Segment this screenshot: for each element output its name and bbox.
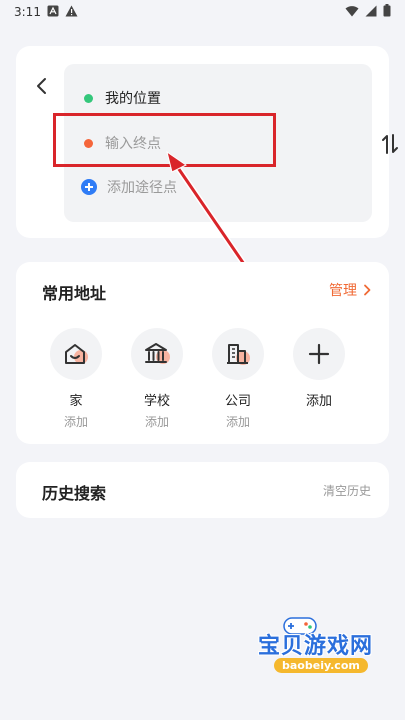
favorite-school-button[interactable]: 学校 添加 (127, 328, 187, 430)
manage-label: 管理 (329, 283, 357, 299)
swap-arrows-icon (382, 134, 398, 154)
warning-icon (65, 5, 78, 20)
favorite-company-button[interactable]: 公司 添加 (208, 328, 268, 430)
destination-dot-icon (84, 138, 93, 148)
favorite-shortcuts: 家 添加 学校 添加 公司 添加 添加 (46, 328, 366, 438)
status-bar: 3:11 (0, 0, 405, 24)
swap-button[interactable] (378, 132, 402, 156)
school-icon (131, 328, 183, 380)
status-time: 3:11 (14, 5, 41, 19)
favorite-company-label: 公司 (224, 394, 251, 409)
add-via-button[interactable]: 添加途径点 (64, 172, 324, 202)
signal-icon (365, 5, 377, 20)
route-card: 我的位置 输入终点 添加途径点 (16, 46, 398, 238)
destination-placeholder: 输入终点 (105, 136, 161, 152)
favorite-add-button[interactable]: 添加 (289, 328, 349, 409)
watermark-url: baobeiy.com (274, 658, 368, 673)
route-input-box: 我的位置 输入终点 添加途径点 (64, 64, 398, 222)
home-icon (50, 328, 102, 380)
origin-dot-icon (84, 93, 93, 103)
notification-a-icon (47, 5, 59, 20)
history-title: 历史搜索 (42, 484, 107, 503)
origin-label: 我的位置 (105, 91, 161, 107)
favorite-add-label: 添加 (305, 394, 332, 409)
favorite-home-sub: 添加 (63, 415, 88, 429)
add-via-label: 添加途径点 (107, 180, 177, 196)
battery-icon (383, 4, 391, 20)
history-card: 历史搜索 清空历史 (16, 462, 389, 518)
watermark-title: 宝贝游戏网 (258, 634, 374, 659)
favorite-home-label: 家 (69, 394, 83, 409)
favorite-school-sub: 添加 (144, 415, 169, 429)
clear-history-button[interactable]: 清空历史 (323, 482, 371, 499)
manage-button[interactable]: 管理 (329, 280, 371, 300)
destination-input[interactable]: 输入终点 (64, 128, 324, 158)
wifi-icon (345, 5, 359, 20)
favorite-company-sub: 添加 (225, 415, 250, 429)
favorite-school-label: 学校 (143, 394, 170, 409)
favorite-home-button[interactable]: 家 添加 (46, 328, 106, 430)
chevron-right-icon (364, 284, 371, 296)
company-icon (212, 328, 264, 380)
favorites-title: 常用地址 (42, 284, 107, 303)
plus-icon (293, 328, 345, 380)
chevron-left-icon (37, 78, 46, 94)
favorites-card: 常用地址 管理 家 添加 学校 添加 公司 添加 添加 (16, 262, 389, 444)
back-button[interactable] (30, 74, 54, 98)
origin-field[interactable]: 我的位置 (64, 83, 324, 113)
watermark-logo: 宝贝游戏网 baobeiy.com (244, 617, 394, 700)
add-circle-icon (81, 179, 97, 195)
